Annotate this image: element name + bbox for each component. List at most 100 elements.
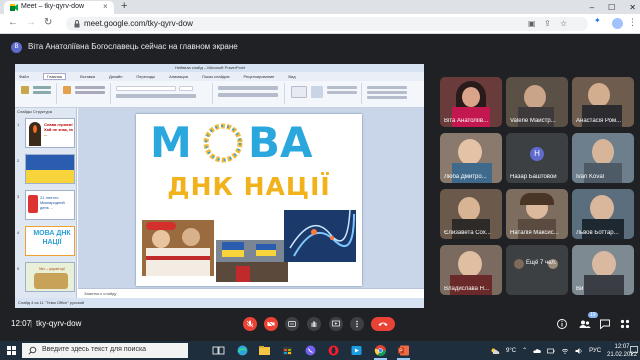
viber-icon[interactable] <box>304 344 317 357</box>
keyboard-language[interactable]: РУС <box>589 348 601 354</box>
participant-tile[interactable]: Наталія Максис... <box>506 189 568 239</box>
camera-button[interactable] <box>264 317 278 331</box>
notes-placeholder: Заметки к слайду <box>84 291 117 296</box>
select-icon <box>367 96 407 99</box>
system-tray: 9°C ⌃ РУС <box>490 341 601 360</box>
participant-tile[interactable]: Віта Анатоліїв... <box>440 77 502 127</box>
ppt-menu-design: Дизайн <box>108 74 123 79</box>
participant-name: Ви <box>576 286 584 292</box>
people-icon[interactable] <box>578 317 592 331</box>
slide-subtitle: ДНК НАЦІЇ <box>167 172 331 201</box>
info-icon[interactable] <box>555 317 569 331</box>
maximize-button[interactable]: ☐ <box>608 3 615 12</box>
media-player-icon[interactable] <box>350 344 363 357</box>
participant-tile-self[interactable]: Ви <box>572 245 634 295</box>
participant-name: Ivan Koval <box>576 174 605 180</box>
arrange-icon <box>311 86 323 98</box>
taskbar-search-box[interactable]: Введите здесь текст для поиска <box>22 343 188 358</box>
mic-button[interactable] <box>243 317 257 331</box>
forward-arrow-icon[interactable]: → <box>26 17 36 28</box>
chrome-icon[interactable] <box>374 344 387 357</box>
cloud-icon[interactable] <box>533 347 541 355</box>
ppt-menu-bar: Файл Главная Вставка Дизайн Переходы Ани… <box>15 72 424 81</box>
thumb-number: 5 <box>17 266 20 271</box>
ribbon-paragraph-group <box>215 83 285 104</box>
browser-menu-icon[interactable]: ⋮ <box>628 17 637 28</box>
browser-tab[interactable]: Meet – tky-qyrv-dow × <box>4 1 114 14</box>
new-tab-button[interactable]: + <box>121 0 127 12</box>
participant-name: Valerie Майстр... <box>510 118 556 124</box>
ribbon-slides-group <box>59 83 111 104</box>
ppt-notes-pane: Заметки к слайду <box>78 288 424 298</box>
participant-tile[interactable]: Львов Боттар... <box>572 189 634 239</box>
omnibox[interactable]: meet.google.com/tky-qyrv-dow ▣ ⇪ ☆ <box>66 17 588 31</box>
ribbon-drawing-group <box>287 83 362 104</box>
close-window-button[interactable]: ✕ <box>629 3 636 12</box>
back-arrow-icon[interactable]: ← <box>8 17 18 28</box>
reload-icon[interactable]: ↻ <box>44 17 52 28</box>
chat-icon[interactable] <box>598 317 612 331</box>
participant-name: Львов Боттар... <box>576 230 619 236</box>
store-icon[interactable] <box>281 344 294 357</box>
participant-name: Владислава Н... <box>444 286 489 292</box>
captions-icon <box>288 321 296 327</box>
edge-icon[interactable] <box>236 344 249 357</box>
font-style-icons <box>116 94 196 98</box>
camera-icon[interactable]: ▣ <box>528 19 536 28</box>
opera-icon[interactable] <box>327 344 340 357</box>
profile-avatar-icon[interactable] <box>612 18 623 29</box>
file-explorer-icon[interactable] <box>258 344 271 357</box>
thumb-number: 1 <box>17 122 20 127</box>
powerpoint-icon[interactable]: P <box>397 344 410 357</box>
participant-tile[interactable]: Єлизавета Сох... <box>440 189 502 239</box>
present-button[interactable] <box>329 317 343 331</box>
ribbon-clipboard-group <box>17 83 57 104</box>
participant-tile[interactable]: Люба Дмитро... <box>440 133 502 183</box>
copy-icon <box>33 91 51 94</box>
bookmark-star-icon[interactable]: ☆ <box>560 19 567 28</box>
meet-control-bar: 12:07 | tky-qyrv-dow 19 <box>0 312 640 336</box>
windows-taskbar: Введите здесь текст для поиска P 9°C ⌃ Р… <box>0 341 640 360</box>
wifi-icon[interactable] <box>561 347 569 355</box>
more-participants-tile[interactable]: Ещё 7 чел. <box>506 245 568 295</box>
shapes-icon <box>291 86 307 98</box>
slide-photo-crowd-flags <box>216 240 288 282</box>
slide-photo-folk-couple <box>142 220 214 276</box>
slide-thumbnail-active: МОВА ДНК НАЦІЇ <box>25 226 75 256</box>
participant-tile[interactable]: Valerie Майстр... <box>506 77 568 127</box>
ppt-titlebar: Нейвеза слайд – Microsoft PowerPoint <box>15 64 424 72</box>
find-icon <box>367 86 407 89</box>
address-bar-row: ← → ↻ meet.google.com/tky-qyrv-dow ▣ ⇪ ☆… <box>0 14 640 34</box>
tab-title: Meet – tky-qyrv-dow <box>21 3 85 10</box>
weather-temperature[interactable]: 9°C <box>506 348 516 354</box>
more-options-button[interactable] <box>350 317 364 331</box>
presented-screen: Нейвеза слайд – Microsoft PowerPoint Фай… <box>15 64 424 308</box>
camera-off-icon <box>267 320 275 328</box>
leave-call-button[interactable] <box>371 317 395 331</box>
participant-tile[interactable]: Н Назар Баштовой <box>506 133 568 183</box>
weather-icon[interactable] <box>490 347 500 355</box>
tray-chevron-icon[interactable]: ⌃ <box>522 347 527 354</box>
captions-button[interactable] <box>285 317 299 331</box>
ppt-menu-review: Рецензирование <box>243 74 275 79</box>
notifications-icon[interactable] <box>630 346 638 355</box>
raise-hand-button[interactable] <box>307 317 321 331</box>
volume-icon[interactable] <box>575 347 583 355</box>
participant-tile[interactable]: Анастасія Ром... <box>572 77 634 127</box>
minimize-button[interactable]: – <box>590 3 594 12</box>
dna-ring-icon <box>203 123 243 163</box>
presenter-avatar: В <box>11 42 22 53</box>
task-view-icon[interactable] <box>212 344 225 357</box>
activities-icon[interactable] <box>618 317 632 331</box>
participant-tile[interactable]: Ivan Koval <box>572 133 634 183</box>
extension-icon[interactable]: ✦ <box>594 16 601 25</box>
new-slide-icon <box>63 86 71 94</box>
tab-close-button[interactable]: × <box>103 2 108 11</box>
share-icon[interactable]: ⇪ <box>544 19 551 28</box>
slide-title-left: М <box>150 118 192 167</box>
battery-icon[interactable] <box>547 347 555 355</box>
participant-tile[interactable]: Владислава Н... <box>440 245 502 295</box>
ppt-menu-file: Файл <box>19 74 29 79</box>
participant-name: Віта Анатоліїв... <box>444 118 489 124</box>
windows-start-icon[interactable] <box>7 346 16 355</box>
